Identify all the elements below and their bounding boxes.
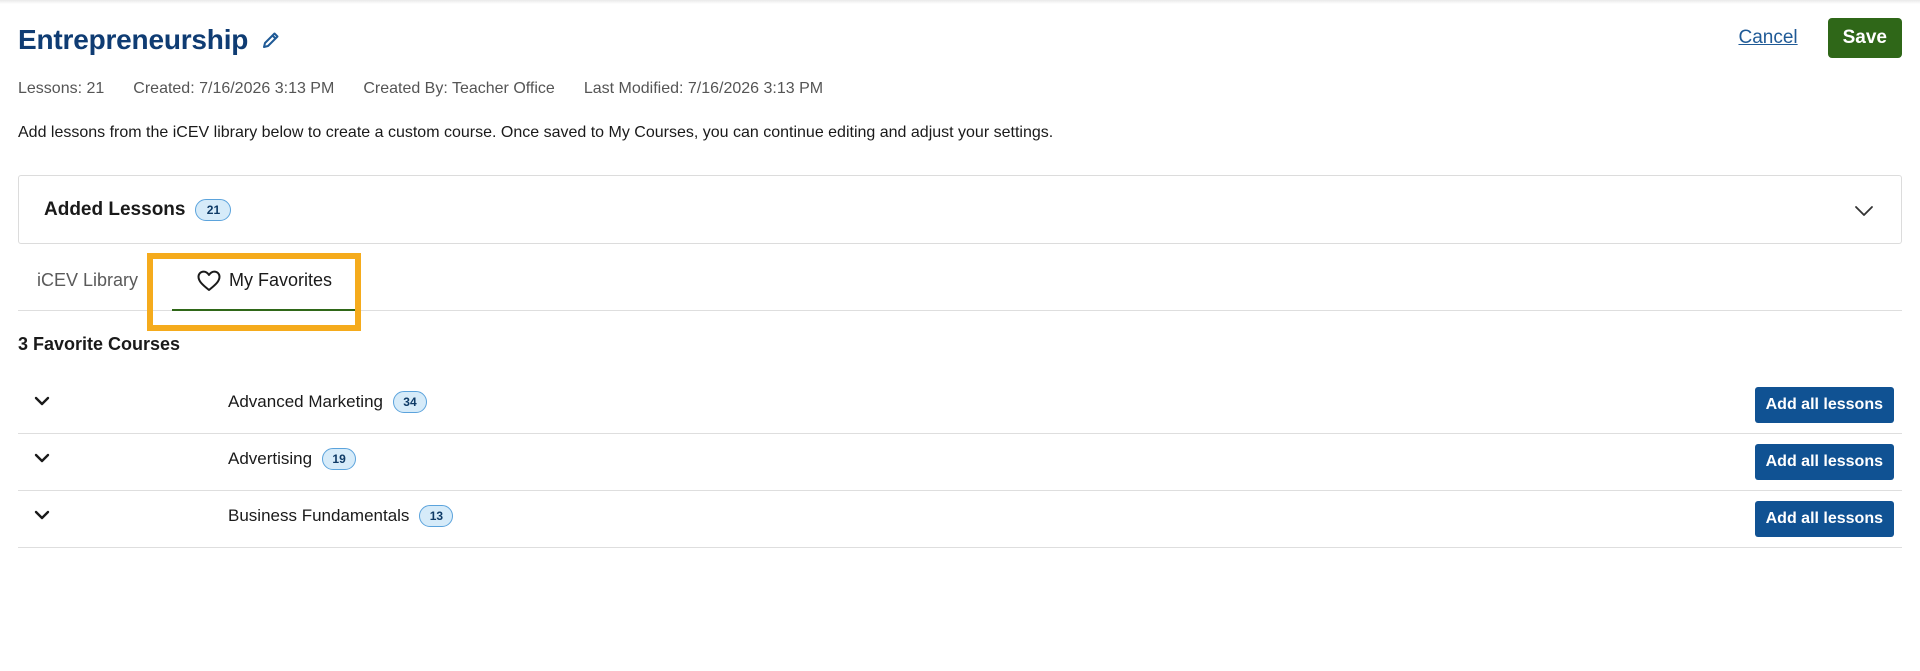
course-title: Business Fundamentals — [228, 506, 410, 525]
tab-bar: iCEV Library My Favorites — [18, 250, 1902, 311]
lessons-count: Lessons: 21 — [18, 80, 105, 97]
tab-label: iCEV Library — [37, 270, 139, 290]
chevron-down-icon[interactable] — [31, 390, 53, 412]
course-name: Business Fundamentals 13 — [228, 505, 454, 527]
header-actions: Cancel Save — [1738, 18, 1902, 58]
tab-label: My Favorites — [228, 270, 333, 290]
top-shadow — [0, 0, 1920, 4]
add-all-lessons-button[interactable]: Add all lessons — [1754, 501, 1894, 537]
favorites-heading: 3 Favorite Courses — [18, 334, 181, 354]
lesson-count-badge: 13 — [419, 505, 454, 527]
active-tab-indicator — [172, 309, 356, 311]
add-all-lessons-button[interactable]: Add all lessons — [1754, 387, 1894, 423]
description: Add lessons from the iCEV library below … — [18, 124, 1054, 141]
course-name: Advertising 19 — [228, 448, 357, 470]
favorite-course-list: Advanced Marketing 34 Add all lessons Ad… — [18, 377, 1902, 548]
cancel-link[interactable]: Cancel — [1738, 27, 1797, 49]
created-date: Created: 7/16/2026 3:13 PM — [133, 80, 335, 97]
tab-my-favorites[interactable]: My Favorites — [164, 250, 364, 311]
chevron-down-icon[interactable] — [31, 504, 53, 526]
course-row: Business Fundamentals 13 Add all lessons — [18, 491, 1902, 548]
lesson-count-badge: 34 — [392, 391, 427, 413]
heart-icon — [196, 269, 222, 293]
course-title: Advanced Marketing — [228, 392, 383, 411]
added-lessons-label: Added Lessons — [44, 198, 186, 220]
page-header: Entrepreneurship Cancel Save — [18, 18, 1902, 62]
page-title: Entrepreneurship — [18, 24, 249, 55]
added-lessons-panel[interactable]: Added Lessons 21 — [18, 175, 1902, 244]
save-button[interactable]: Save — [1827, 18, 1902, 58]
course-meta: Lessons: 21 Created: 7/16/2026 3:13 PM C… — [18, 80, 852, 98]
pencil-icon[interactable] — [260, 29, 282, 51]
course-name: Advanced Marketing 34 — [228, 391, 427, 413]
course-row: Advertising 19 Add all lessons — [18, 434, 1902, 491]
added-lessons-badge: 21 — [195, 198, 232, 221]
chevron-down-icon[interactable] — [31, 447, 53, 469]
course-title: Advertising — [228, 449, 313, 468]
tab-icev-library[interactable]: iCEV Library — [37, 250, 138, 311]
last-modified: Last Modified: 7/16/2026 3:13 PM — [583, 80, 824, 97]
course-row: Advanced Marketing 34 Add all lessons — [18, 377, 1902, 434]
created-by: Created By: Teacher Office — [363, 80, 555, 97]
lesson-count-badge: 19 — [322, 448, 357, 470]
chevron-down-icon[interactable] — [1853, 200, 1875, 222]
add-all-lessons-button[interactable]: Add all lessons — [1754, 444, 1894, 480]
